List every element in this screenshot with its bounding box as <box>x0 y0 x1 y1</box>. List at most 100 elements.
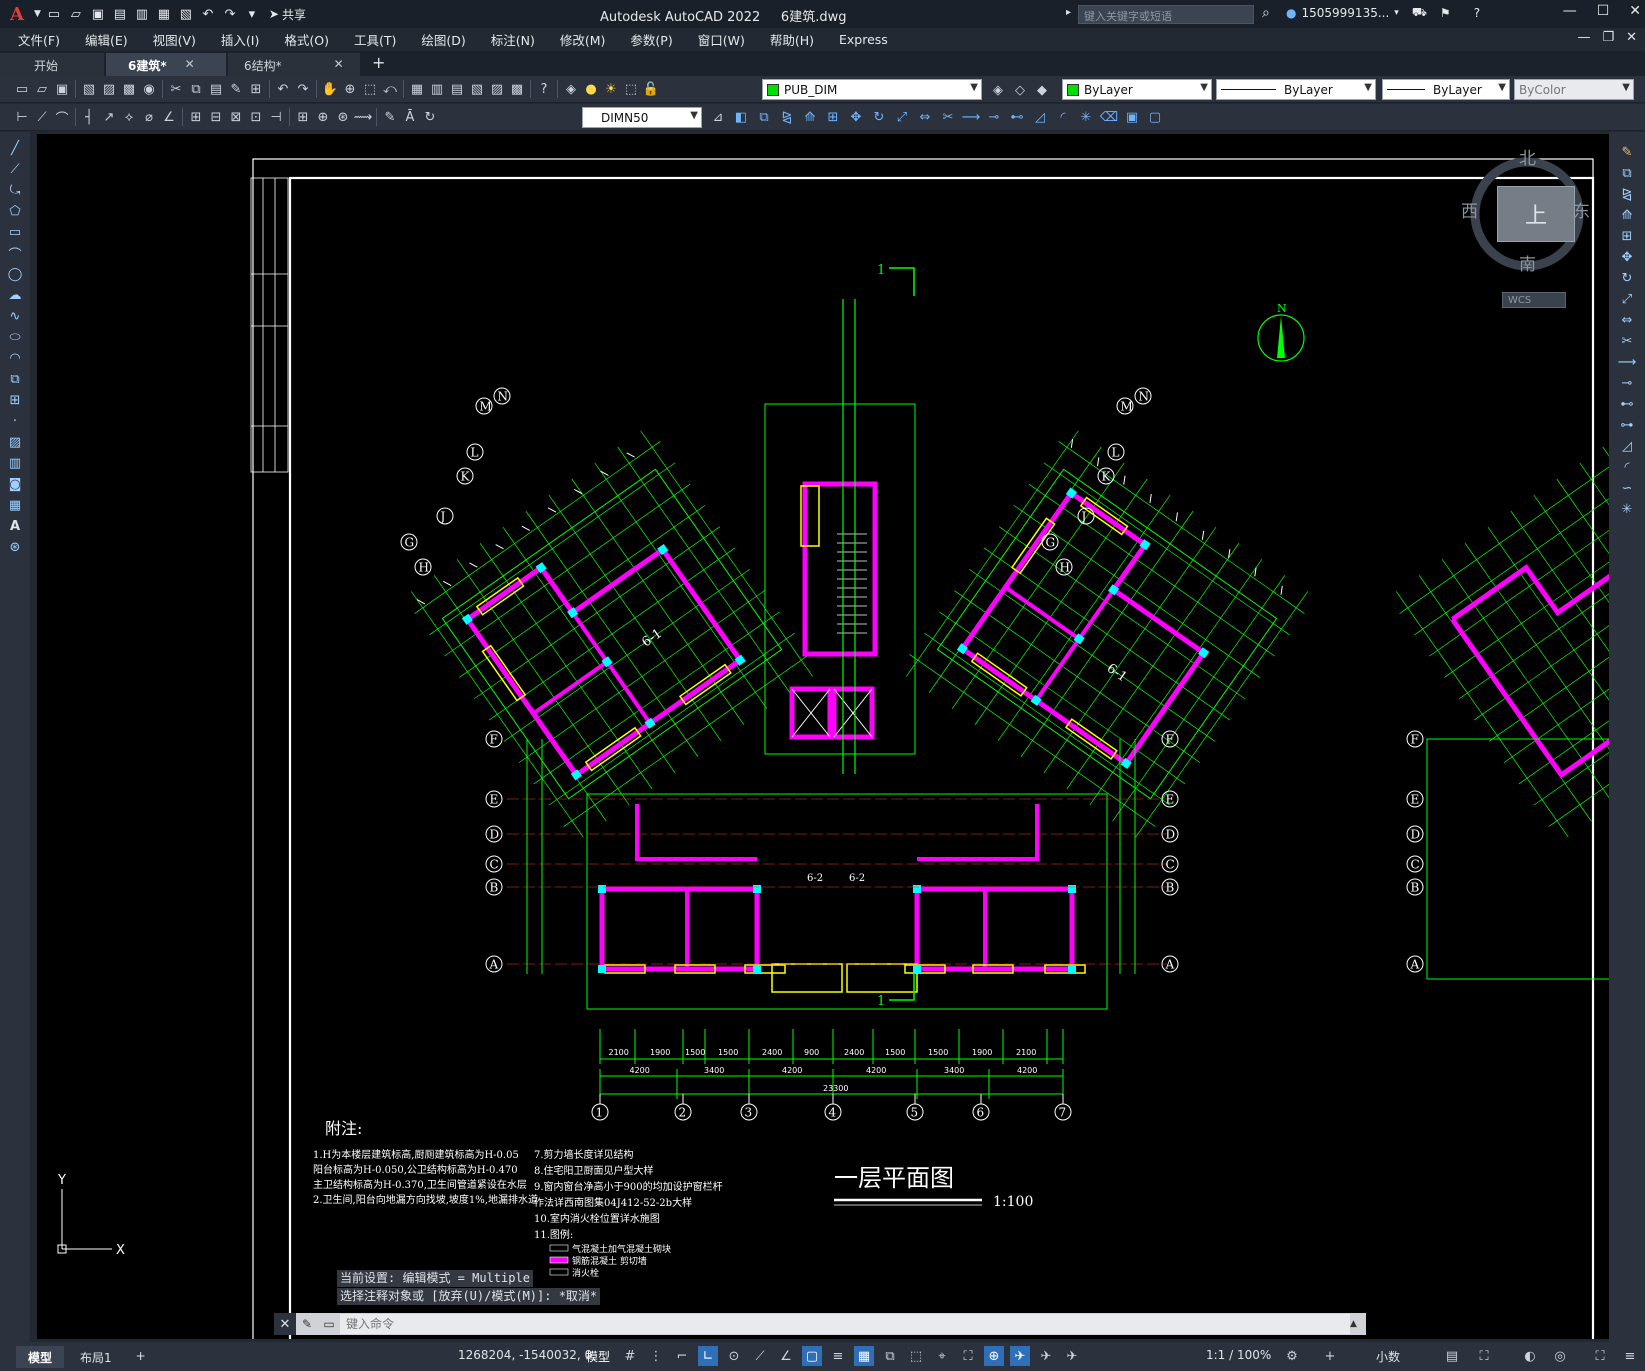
new-icon[interactable]: ▭ <box>12 79 32 99</box>
menu-format[interactable]: 格式(O) <box>284 30 329 49</box>
dim-continue-icon[interactable]: ⊠ <box>226 107 246 127</box>
cart-icon[interactable]: ⛟ <box>1412 5 1427 21</box>
upload-icon[interactable]: ▦ <box>155 5 173 23</box>
hatch-icon[interactable]: ▨ <box>5 432 25 453</box>
sheet-set-icon[interactable]: ▧ <box>467 79 487 99</box>
make-current-layer-icon[interactable]: ◈ <box>988 80 1008 100</box>
copy-icon[interactable]: ⧉ <box>1617 163 1637 184</box>
region-icon[interactable]: ◙ <box>5 474 25 495</box>
rotate-icon[interactable]: ↻ <box>1617 268 1637 289</box>
layer-bulb-icon[interactable]: ● <box>581 79 601 99</box>
tab-6-structure[interactable]: 6结构* ✕ <box>228 53 360 76</box>
move-icon[interactable]: ✥ <box>846 107 866 127</box>
tab-6-architecture[interactable]: 6建筑* ✕ <box>106 53 226 76</box>
3d-osnap-icon[interactable]: ⬚ <box>906 1346 926 1366</box>
break-icon[interactable]: ⊸ <box>984 107 1004 127</box>
dim-edit-icon[interactable]: ✎ <box>380 107 400 127</box>
command-close-icon[interactable]: ✕ <box>274 1313 296 1335</box>
center-mark-icon[interactable]: ⊕ <box>313 107 333 127</box>
break-at-point-icon[interactable]: ⊸ <box>1617 373 1637 394</box>
tool-palettes-icon[interactable]: ▤ <box>447 79 467 99</box>
point-icon[interactable]: · <box>5 411 25 432</box>
zoom-previous-icon[interactable]: ⤺ <box>380 79 400 99</box>
design-center-icon[interactable]: ▥ <box>427 79 447 99</box>
scale-icon[interactable]: ⤢ <box>1617 289 1637 310</box>
viewcube-south[interactable]: 南 <box>1519 250 1536 275</box>
search-icon[interactable]: ⌕ <box>1262 5 1270 21</box>
menu-express[interactable]: Express <box>839 32 888 47</box>
doc-minimize-icon[interactable]: — <box>1577 30 1590 45</box>
customization-icon[interactable]: ≡ <box>1620 1346 1640 1366</box>
scale-icon[interactable]: ⤢ <box>892 107 912 127</box>
paste-icon[interactable]: ▤ <box>206 79 226 99</box>
polar-icon[interactable]: ⊙ <box>724 1346 744 1366</box>
zoom-window-icon[interactable]: ⬚ <box>360 79 380 99</box>
selection-filter-icon[interactable]: ⛶ <box>958 1346 978 1366</box>
share-button[interactable]: ➤ 共享 <box>269 6 306 23</box>
ellipse-arc-icon[interactable]: ◠ <box>5 348 25 369</box>
group-icon[interactable]: ▣ <box>1122 107 1142 127</box>
color-dropdown[interactable]: ByLayer ▼ <box>1062 79 1212 100</box>
transparency-icon[interactable]: ▦ <box>854 1346 874 1366</box>
undo-icon[interactable]: ↶ <box>273 79 293 99</box>
menu-parametric[interactable]: 参数(P) <box>630 30 672 49</box>
stretch-icon[interactable]: ⇔ <box>915 107 935 127</box>
insert-block-icon[interactable]: ⧉ <box>5 369 25 390</box>
move-icon[interactable]: ✥ <box>1617 247 1637 268</box>
units-value[interactable]: 小数 <box>1376 1348 1400 1365</box>
erase-icon[interactable]: ⌫ <box>1099 107 1119 127</box>
app-logo-icon[interactable]: A <box>0 0 34 28</box>
dim-angular-icon[interactable]: ∠ <box>159 107 179 127</box>
linetype-dropdown[interactable]: ByLayer ▼ <box>1216 79 1376 100</box>
workspace-gear-icon[interactable]: ⚙ <box>1282 1346 1302 1366</box>
plot-icon[interactable]: ▧ <box>79 79 99 99</box>
block-icon[interactable]: ◧ <box>731 107 751 127</box>
polyline-icon[interactable]: ⤿ <box>5 180 25 201</box>
layer-properties-icon[interactable]: ◈ <box>561 79 581 99</box>
isodraft-icon[interactable]: ⟋ <box>750 1346 770 1366</box>
dim-radius-icon[interactable]: ↗ <box>99 107 119 127</box>
arc-icon[interactable]: ⌒ <box>5 243 25 264</box>
annotation-visibility-icon[interactable]: ✈ <box>1010 1346 1030 1366</box>
annotation-scale-icon[interactable]: ✈ <box>1062 1346 1082 1366</box>
drawing-canvas[interactable]: 6-1 6-1 6-2 6-2 2100 1900 1500 1500 2400 900 240… <box>37 134 1609 1339</box>
object-snap-tracking-icon[interactable]: ∠ <box>776 1346 796 1366</box>
grid-icon[interactable]: # <box>620 1346 640 1366</box>
dim-break-icon[interactable]: ⊣ <box>266 107 286 127</box>
explode-icon[interactable]: ✳ <box>1617 499 1637 520</box>
add-selected-icon[interactable]: ⊛ <box>5 537 25 558</box>
cut-icon[interactable]: ✂ <box>166 79 186 99</box>
app-menu-chevron-icon[interactable]: ▼ <box>34 9 41 19</box>
zoom-realtime-icon[interactable]: ⊕ <box>340 79 360 99</box>
join-icon[interactable]: ⊷ <box>1007 107 1027 127</box>
tab-close-icon[interactable]: ✕ <box>334 57 344 71</box>
properties-icon[interactable]: ▦ <box>407 79 427 99</box>
ungroup-icon[interactable]: ▢ <box>1145 107 1165 127</box>
tab-start[interactable]: 开始 <box>0 53 104 76</box>
model-space-toggle[interactable]: 模型 <box>586 1348 610 1365</box>
inspection-icon[interactable]: ⊛ <box>333 107 353 127</box>
command-scroll-up-icon[interactable]: ▲ <box>1350 1319 1366 1329</box>
menu-dimension[interactable]: 标注(N) <box>491 30 535 49</box>
mirror-icon[interactable]: ⧎ <box>777 107 797 127</box>
open-file-icon[interactable]: ▱ <box>67 5 85 23</box>
gizmo-icon[interactable]: ⊕ <box>984 1346 1004 1366</box>
cursor-coordinates[interactable]: 1268204, -1540032, 0 <box>458 1348 592 1362</box>
mtext-icon[interactable]: A <box>5 516 25 537</box>
dim-update-icon[interactable]: ↻ <box>420 107 440 127</box>
layer-lock-icon[interactable]: 🔓 <box>641 79 661 99</box>
undo-icon[interactable]: ↶ <box>199 5 217 23</box>
search-expand-icon[interactable]: ▸ <box>1066 7 1071 18</box>
join-icon[interactable]: ⊶ <box>1617 415 1637 436</box>
plotstyle-dropdown[interactable]: ByColor ▼ <box>1514 79 1634 100</box>
array-icon[interactable]: ⊞ <box>1617 226 1637 247</box>
dim-space-icon[interactable]: ⊡ <box>246 107 266 127</box>
ortho-icon[interactable]: ∟ <box>698 1346 718 1366</box>
layer-states-icon[interactable]: ◆ <box>1032 80 1052 100</box>
maximize-icon[interactable]: ☐ <box>1597 3 1610 19</box>
layer-previous-icon[interactable]: ◇ <box>1010 80 1030 100</box>
polygon-icon[interactable]: ⬠ <box>5 201 25 222</box>
tab-layout1[interactable]: 布局1 <box>68 1346 124 1368</box>
open-icon[interactable]: ▱ <box>32 79 52 99</box>
stretch-icon[interactable]: ⇔ <box>1617 310 1637 331</box>
